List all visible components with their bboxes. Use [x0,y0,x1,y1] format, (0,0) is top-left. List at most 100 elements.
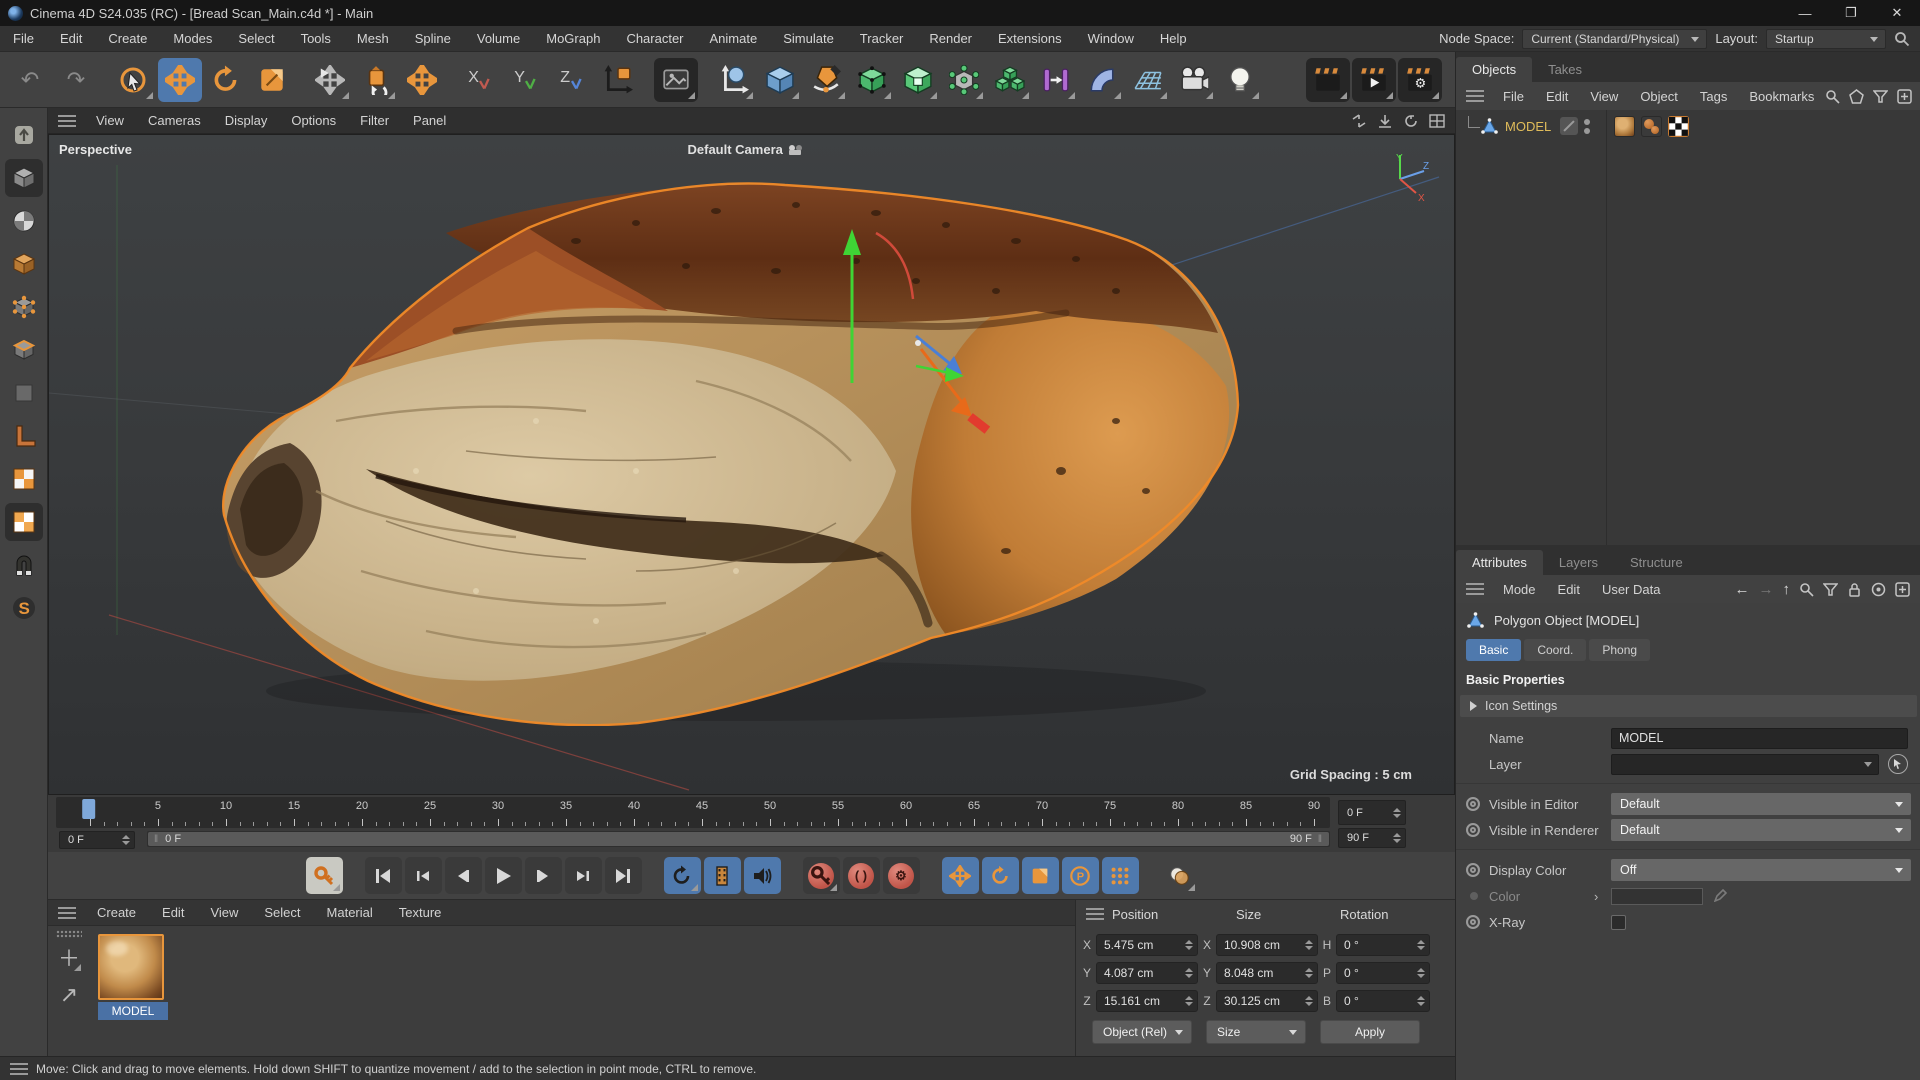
display-color-keyframe-dot[interactable] [1466,863,1480,877]
tweak-tool[interactable] [354,58,398,102]
rotate-tool[interactable] [204,58,248,102]
subdivision-surface-tool[interactable] [850,58,894,102]
am-search-icon[interactable] [1799,582,1814,597]
keyframe-selection-button[interactable]: ( ) [842,857,880,894]
snap-settings-button[interactable]: S [5,589,43,627]
viewport-menu-panel[interactable]: Panel [401,113,458,128]
history-back-icon[interactable]: ← [1735,581,1750,598]
goto-next-frame-button[interactable] [524,857,562,894]
om-menu-view[interactable]: View [1579,89,1629,104]
coordinates-menu-icon[interactable] [1086,908,1104,920]
render-view-button[interactable] [654,57,698,102]
workplane-object-button[interactable] [5,245,43,283]
render-to-picture-viewer-button[interactable] [1352,57,1396,102]
am-menu-edit[interactable]: Edit [1547,582,1591,597]
last-used-tool[interactable] [308,58,352,102]
object-row-model[interactable]: MODEL [1456,114,1920,138]
goto-previous-key-button[interactable] [404,857,442,894]
history-forward-icon[interactable]: → [1759,581,1774,598]
menu-select[interactable]: Select [225,26,287,52]
cube-primitive-tool[interactable] [758,58,802,102]
edges-mode-button[interactable] [5,331,43,369]
render-active-view-button[interactable] [1306,57,1350,102]
make-editable-button[interactable] [5,116,43,154]
workplane-mode-button[interactable] [5,417,43,455]
timeline-current-frame-marker[interactable] [82,799,96,819]
attribute-menu-icon[interactable] [1466,583,1484,595]
apply-button[interactable]: Apply [1320,1020,1420,1044]
viewport-menu-display[interactable]: Display [213,113,280,128]
menu-volume[interactable]: Volume [464,26,533,52]
size-x-field[interactable]: 10.908 cm [1216,934,1318,956]
close-button[interactable]: ✕ [1874,0,1920,26]
size-mode-dropdown[interactable]: Size [1206,1020,1306,1044]
menu-simulate[interactable]: Simulate [770,26,847,52]
menu-mesh[interactable]: Mesh [344,26,402,52]
icon-settings-group[interactable]: Icon Settings [1460,695,1917,717]
tab-layers[interactable]: Layers [1543,550,1614,575]
menu-character[interactable]: Character [613,26,696,52]
axis-modification-tool[interactable] [400,58,444,102]
name-input[interactable]: MODEL [1611,727,1908,749]
extrude-generator-tool[interactable] [896,58,940,102]
key-position-toggle[interactable] [941,857,979,894]
material-tag-icon[interactable] [1614,115,1635,137]
am-lock-icon[interactable] [1847,582,1862,597]
key-scale-toggle[interactable] [1021,857,1059,894]
x-axis-lock-button[interactable]: X [458,58,502,102]
key-parameter-toggle[interactable]: P [1061,857,1099,894]
live-selection-tool[interactable] [112,58,156,102]
om-menu-tags[interactable]: Tags [1689,89,1738,104]
size-z-field[interactable]: 30.125 cm [1216,990,1318,1012]
tab-basic[interactable]: Basic [1466,639,1522,661]
maximize-button[interactable]: ❐ [1828,0,1874,26]
visible-in-renderer-dropdown[interactable]: Default [1611,819,1911,841]
om-menu-bookmarks[interactable]: Bookmarks [1738,89,1825,104]
layer-pick-button[interactable] [1888,754,1908,774]
goto-previous-frame-button[interactable] [444,857,482,894]
coordinate-system-button[interactable] [596,58,640,102]
record-keyframe-button[interactable] [802,857,840,894]
undo-button[interactable]: ↶ [8,58,52,102]
parent-up-icon[interactable]: ↑ [1783,581,1791,598]
coordinate-mode-dropdown[interactable]: Object (Rel) [1092,1020,1192,1044]
model-mode-button[interactable] [4,159,43,197]
axis-primitive-tool[interactable] [712,58,756,102]
position-z-field[interactable]: 15.161 cm [1096,990,1198,1012]
material-menu-texture[interactable]: Texture [386,905,455,920]
om-path-icon[interactable] [1849,88,1865,104]
layer-dropdown[interactable] [1611,753,1879,775]
scrollbar-left-grip[interactable]: ‖ [154,834,159,845]
y-axis-lock-button[interactable]: Y [504,58,548,102]
object-manager-menu-icon[interactable] [1466,90,1484,102]
points-mode-button[interactable] [5,288,43,326]
uvw-tag-icon[interactable] [1668,115,1689,137]
menu-render[interactable]: Render [916,26,985,52]
goto-end-button[interactable] [604,857,642,894]
menu-create[interactable]: Create [95,26,160,52]
om-add-icon[interactable] [1897,88,1913,104]
viewport-layout-toggle-icon[interactable] [1429,113,1445,128]
texture-mode-button[interactable] [5,202,43,240]
spline-pen-tool[interactable] [804,58,848,102]
move-tool[interactable] [158,57,202,102]
layout-dropdown[interactable]: Startup [1766,28,1886,49]
field-tool[interactable] [1080,58,1124,102]
tab-phong[interactable]: Phong [1589,639,1651,661]
camera-tool[interactable] [1172,58,1216,102]
range-start-spinner[interactable] [120,835,134,845]
scrollbar-right-grip[interactable]: ‖ [1318,834,1323,845]
menu-file[interactable]: File [0,26,47,52]
menu-modes[interactable]: Modes [160,26,225,52]
color-expander[interactable]: › [1594,889,1598,904]
goto-start-button[interactable] [364,857,402,894]
visibility-toggle-icon[interactable] [1560,117,1578,135]
deformer-tool[interactable] [1034,58,1078,102]
goto-next-key-button[interactable] [564,857,602,894]
play-sound-button[interactable] [743,857,781,894]
menu-help[interactable]: Help [1147,26,1200,52]
snap-magnet-button[interactable] [5,546,43,584]
play-button[interactable] [484,857,522,894]
keyframe-presets-button[interactable] [1161,857,1198,894]
light-tool[interactable] [1218,58,1262,102]
